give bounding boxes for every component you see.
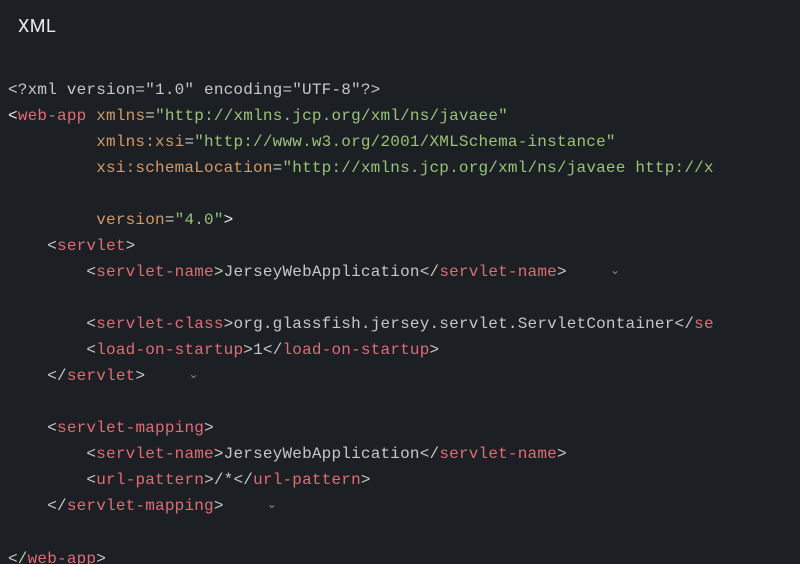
tag-servlet-close: servlet [67,367,136,385]
tag-servlet-mapping-close: servlet-mapping [67,498,214,516]
tag-load-on-startup: load-on-startup [96,341,243,359]
tag-servlet-class: servlet-class [96,315,223,333]
tag-url-pattern: url-pattern [96,471,204,489]
fold-icon[interactable]: ⌄ [606,258,620,284]
text-servlet-name-2: JerseyWebApplication [224,445,420,463]
attr-xmlns: xmlns [96,107,145,125]
val-schema-location: "http://xmlns.jcp.org/xml/ns/javaee http… [282,159,713,177]
attr-xmlns-xsi: xmlns:xsi [96,133,184,151]
tag-web-app: web-app [18,107,87,125]
text-servlet-name: JerseyWebApplication [224,263,420,281]
fold-icon[interactable]: ⌄ [184,362,198,388]
val-version: "4.0" [175,211,224,229]
tag-servlet-name: servlet-name [96,263,214,281]
attr-version: version [96,211,165,229]
tag-servlet-mapping: servlet-mapping [57,419,204,437]
tag-web-app-close: web-app [28,550,97,564]
tag-open-bracket: < [8,107,18,125]
text-servlet-class: org.glassfish.jersey.servlet.ServletCont… [233,315,674,333]
language-label: XML [0,0,800,51]
code-block: <?xml version="1.0" encoding="UTF-8"?> <… [0,51,800,564]
fold-icon[interactable]: ⌄ [263,492,277,518]
tag-servlet: servlet [57,237,126,255]
text-load-on-startup: 1 [253,341,263,359]
xml-declaration: <?xml version="1.0" encoding="UTF-8"?> [8,81,380,99]
val-xmlns: "http://xmlns.jcp.org/xml/ns/javaee" [155,107,508,125]
tag-servlet-name-2: servlet-name [96,445,214,463]
attr-schema-location: xsi:schemaLocation [96,159,272,177]
text-url-pattern: /* [214,471,234,489]
val-xmlns-xsi: "http://www.w3.org/2001/XMLSchema-instan… [194,133,615,151]
